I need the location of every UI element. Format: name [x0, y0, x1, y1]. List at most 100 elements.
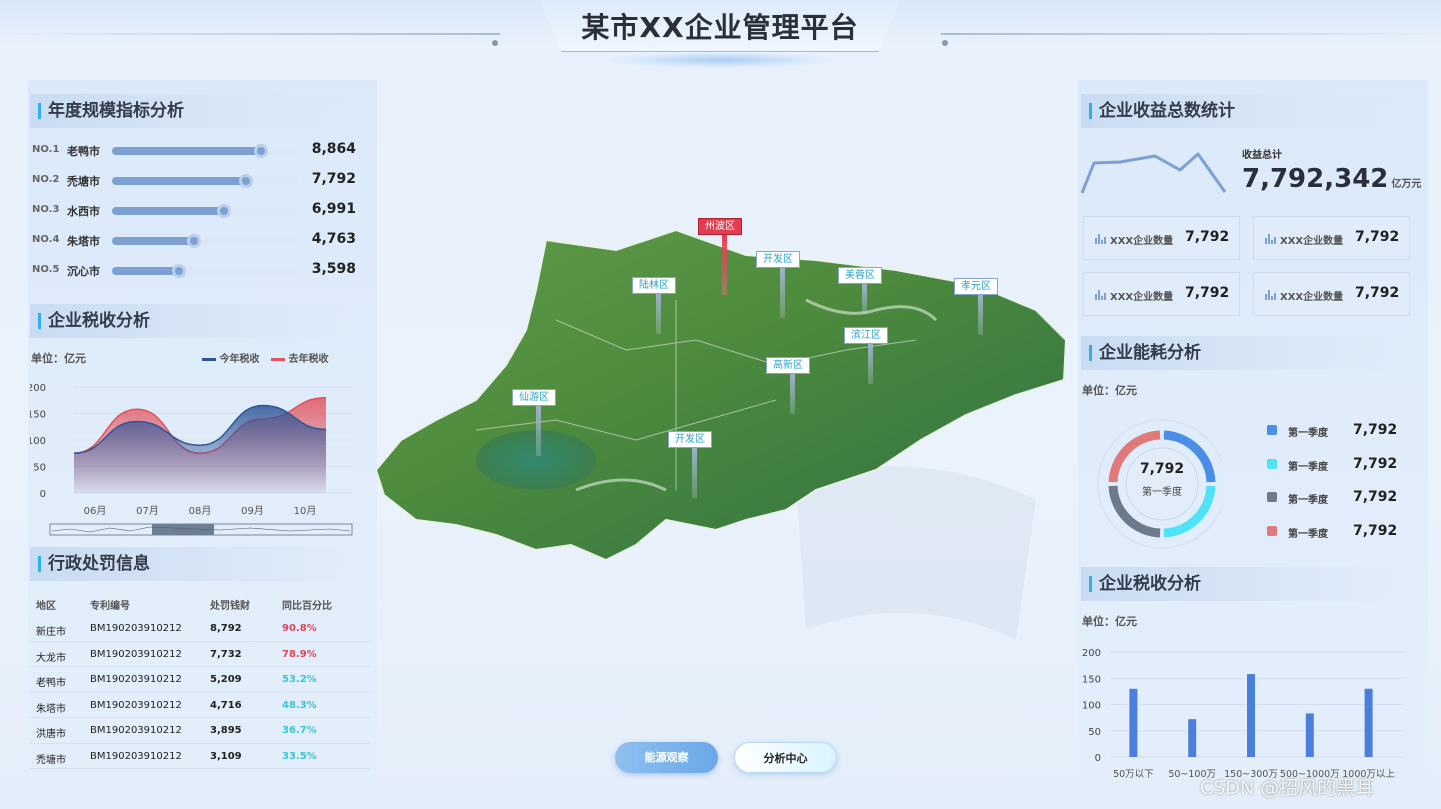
- stat-label: XXX企业数量: [1280, 292, 1344, 303]
- bar: [1188, 719, 1197, 757]
- map-district-label[interactable]: 高新区: [766, 357, 810, 374]
- tax-right-bar-chart: 05010015020050万以下 50~100万 150~300万 500~1000…: [1082, 648, 1404, 780]
- rank-row: NO.5 沉心市 3,598: [32, 261, 362, 281]
- map-district-label[interactable]: 开发区: [668, 431, 712, 448]
- bar-chart-icon: [1265, 234, 1276, 244]
- rank-city: 水西市: [67, 205, 100, 218]
- legend-swatch: [1267, 458, 1277, 469]
- energy-donut-chart: [1097, 419, 1222, 549]
- map-district-label[interactable]: 美蓉区: [838, 267, 882, 284]
- header: 某市XX企业管理平台: [0, 0, 1441, 75]
- y-tick-label: 100: [1082, 701, 1101, 712]
- x-tick-label: 08月: [189, 505, 212, 517]
- header-divider-left: [0, 33, 500, 35]
- map-pin: [780, 268, 785, 318]
- map-pin: [722, 235, 727, 295]
- rank-row: NO.2 禿塘市 7,792: [32, 171, 362, 191]
- cell-amount: 7,732: [210, 648, 242, 660]
- rank-value: 7,792: [311, 171, 356, 187]
- map-district-label[interactable]: 孝元区: [954, 278, 998, 295]
- cell-region: 洪唐市: [36, 729, 66, 740]
- cell-yoy: 90.8%: [282, 623, 317, 634]
- header-glow: [610, 52, 832, 68]
- rank-progress-fill: [112, 177, 246, 185]
- energy-observe-button[interactable]: 能源观察: [615, 742, 718, 773]
- cell-amount: 4,716: [210, 699, 242, 711]
- legend-swatch: [1267, 525, 1277, 536]
- rank-row: NO.4 朱塔市 4,763: [32, 231, 362, 251]
- table-row: 朱塔市 BM190203910212 4,716 48.3%: [30, 693, 370, 718]
- rank-row: NO.1 老鸭市 8,864: [32, 141, 362, 161]
- cell-yoy: 33.5%: [282, 750, 317, 762]
- stat-value: 7,792: [1355, 229, 1400, 245]
- rank-progress-track: [112, 174, 298, 188]
- watermark: CSDN @招风的黑耳: [1200, 777, 1375, 799]
- x-tick-label: 06月: [84, 505, 107, 517]
- stat-label: XXX企业数量: [1280, 236, 1344, 247]
- stat-label: XXX企业数量: [1110, 292, 1174, 303]
- cell-yoy: 78.9%: [282, 648, 317, 660]
- rank-number: NO.5: [32, 264, 60, 275]
- y-tick-label: 100: [30, 436, 46, 447]
- energy-legend-item: 第一季度 7,792: [1267, 422, 1397, 440]
- header-dot-left: [492, 40, 498, 46]
- donut-center-label: 第一季度: [1142, 487, 1182, 498]
- scale-section-title: 年度规模指标分析: [30, 94, 350, 128]
- stat-card: XXX企业数量 7,792: [1253, 216, 1410, 260]
- income-total-label: 收益总计: [1242, 150, 1282, 161]
- energy-section-title: 企业能耗分析: [1081, 336, 1401, 370]
- map-pin: [862, 284, 867, 314]
- rank-row: NO.3 水西市 6,991: [32, 201, 362, 221]
- legend-value: 7,792: [1353, 489, 1398, 505]
- map-district-label[interactable]: 开发区: [756, 251, 800, 268]
- rank-value: 6,991: [311, 201, 356, 217]
- legend-label: 第一季度: [1288, 495, 1328, 506]
- stat-card: XXX企业数量 7,792: [1083, 216, 1240, 260]
- map-district-label[interactable]: 仙游区: [512, 389, 556, 406]
- bar: [1305, 713, 1314, 757]
- region-map[interactable]: 州波区 开发区 陆林区 美蓉区 孝元区 滨江区 高新区 仙游区 开发区: [376, 190, 1066, 640]
- map-district-label[interactable]: 州波区: [698, 218, 742, 235]
- rank-progress-fill: [112, 237, 194, 245]
- y-tick-label: 200: [1082, 648, 1101, 659]
- rank-number: NO.4: [32, 234, 60, 245]
- header-code: 专利编号: [90, 601, 130, 612]
- tax-left-legend: 今年税收 去年税收: [202, 350, 328, 365]
- cell-region: 大龙市: [36, 652, 66, 664]
- legend-label: 第一季度: [1288, 461, 1328, 473]
- cell-region: 新庄市: [36, 627, 66, 638]
- energy-legend-item: 第一季度 7,792: [1267, 523, 1397, 541]
- rank-progress-knob: [171, 264, 186, 278]
- income-total-unit: 亿万元: [1391, 179, 1422, 190]
- x-tick-label: 07月: [136, 505, 159, 517]
- penalty-table: 地区 专利编号 处罚钱财 同比百分比 新庄市 BM190203910212 8,79…: [30, 590, 370, 769]
- map-district-label[interactable]: 陆林区: [632, 277, 676, 294]
- y-tick-label: 200: [30, 383, 46, 394]
- legend-value: 7,792: [1353, 522, 1398, 539]
- cell-code: BM190203910212: [90, 674, 182, 685]
- legend-swatch-this-year: [202, 357, 216, 361]
- rank-city: 禿塘市: [67, 175, 100, 188]
- penalty-table-header: 地区 专利编号 处罚钱财 同比百分比: [30, 590, 370, 616]
- x-tick-label: 10月: [294, 505, 317, 517]
- cell-amount: 3,109: [210, 750, 242, 762]
- legend-swatch: [1267, 492, 1277, 502]
- rank-progress-fill: [112, 207, 224, 215]
- donut-center-value: 7,792: [1139, 461, 1185, 477]
- y-tick-label: 0: [40, 489, 46, 500]
- y-tick-label: 50: [1088, 727, 1101, 738]
- cell-code: BM190203910212: [90, 648, 182, 660]
- tax-right-section-title: 企业税收分析: [1081, 567, 1401, 601]
- analysis-center-button[interactable]: 分析中心: [734, 742, 837, 773]
- tax-left-area-chart: 0 50 100 150 200 06月 07月 08月 09月 10月: [30, 383, 353, 536]
- map-pin: [656, 294, 661, 334]
- map-district-label[interactable]: 滨江区: [844, 327, 888, 344]
- rank-progress-track: [112, 144, 298, 158]
- rank-progress-knob: [186, 234, 201, 248]
- stat-value: 7,792: [1185, 285, 1230, 301]
- rank-city: 朱塔市: [67, 235, 100, 248]
- rank-progress-fill: [112, 267, 179, 275]
- y-tick-label: 0: [1095, 753, 1101, 764]
- map-pin: [692, 448, 697, 498]
- cell-region: 禿塘市: [36, 754, 66, 766]
